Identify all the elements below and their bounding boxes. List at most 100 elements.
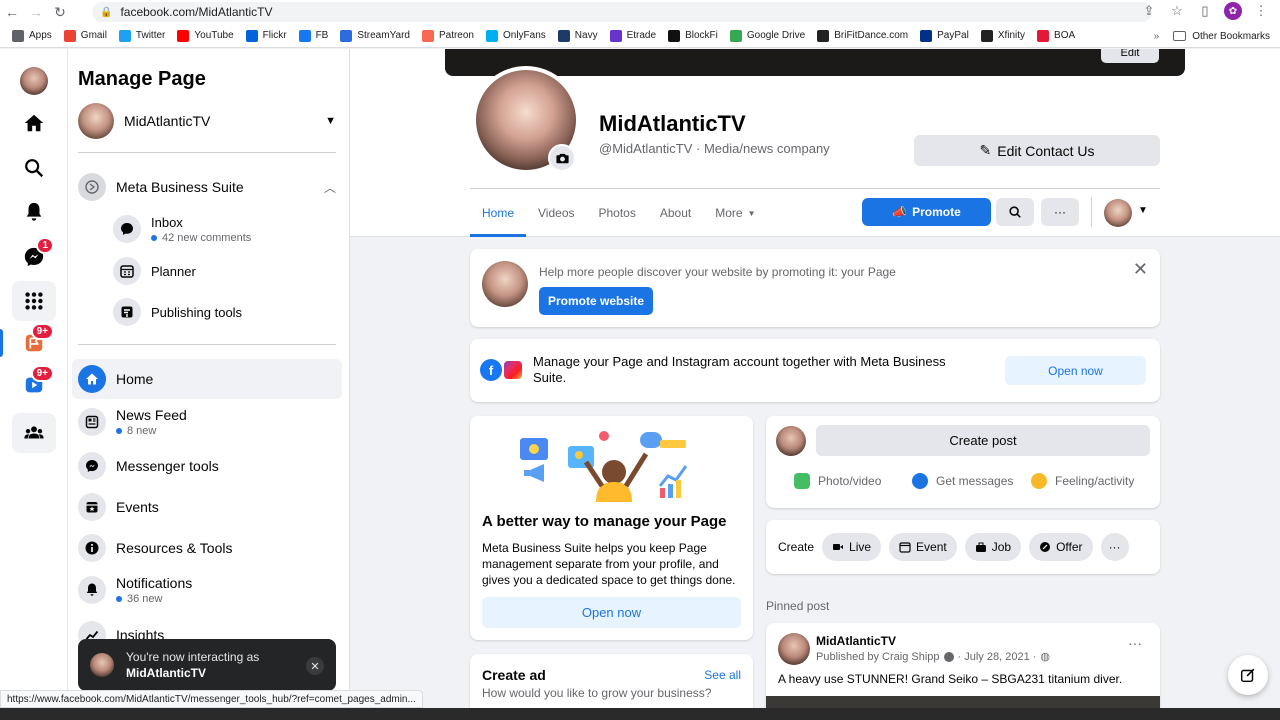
post-options-button[interactable]: ···: [1128, 635, 1142, 651]
mbs-header[interactable]: Meta Business Suite ︿: [78, 173, 342, 201]
reload-icon[interactable]: ↻: [48, 0, 72, 24]
close-icon[interactable]: ✕: [1133, 259, 1148, 280]
bookmark-fb[interactable]: FB: [298, 29, 328, 42]
bookmark-twitter[interactable]: Twitter: [118, 29, 165, 42]
star-icon[interactable]: ☆: [1168, 3, 1186, 19]
sidebar-item-home[interactable]: Home: [78, 365, 342, 393]
caret-down-icon[interactable]: ▼: [1138, 205, 1148, 216]
compose-message-button[interactable]: [1228, 655, 1268, 695]
sidebar-item-inbox[interactable]: Inbox 42 new comments: [113, 212, 333, 246]
camera-icon[interactable]: [548, 144, 576, 172]
get-messages-button[interactable]: Get messages: [912, 473, 1013, 489]
search-button[interactable]: [996, 198, 1034, 226]
notifications-sub: 36 new: [116, 593, 192, 605]
bookmark-paypal[interactable]: PayPal: [920, 29, 969, 42]
apps-grid-icon[interactable]: [12, 281, 56, 321]
bookmark-label: Flickr: [262, 30, 287, 41]
promote-button[interactable]: 📣 Promote: [862, 198, 991, 226]
bookmark-label: BriFitDance.com: [834, 30, 909, 41]
sidebar-item-publishing-tools[interactable]: Publishing tools: [113, 298, 333, 326]
event-label: Event: [916, 540, 947, 554]
main-content: Edit MidAtlanticTV @MidAtlanticTV · Medi…: [350, 49, 1280, 720]
bookmark-flickr[interactable]: Flickr: [245, 29, 287, 42]
bookmark-patreon[interactable]: Patreon: [421, 29, 474, 42]
other-bookmarks[interactable]: Other Bookmarks: [1192, 31, 1270, 42]
promote-website-button[interactable]: Promote website: [539, 287, 653, 315]
sidebar-item-news-feed[interactable]: News Feed 8 new: [78, 405, 342, 439]
messenger-icon[interactable]: 1: [12, 237, 56, 277]
bookmark-gmail[interactable]: Gmail: [63, 29, 107, 42]
feeling-activity-button[interactable]: Feeling/activity: [1031, 473, 1134, 489]
info-icon: [78, 534, 106, 562]
post-author-avatar[interactable]: [778, 633, 810, 665]
bookmark-google-drive[interactable]: Google Drive: [729, 29, 805, 42]
live-button[interactable]: Live: [822, 533, 882, 561]
browser-profile-icon[interactable]: ✿: [1224, 2, 1242, 20]
bookmark-xfinity[interactable]: Xfinity: [980, 29, 1025, 42]
acting-as-avatar[interactable]: [1104, 199, 1132, 227]
job-button[interactable]: Job: [964, 533, 1022, 561]
sidebar-item-notifications[interactable]: Notifications 36 new: [78, 573, 342, 607]
home-icon: [78, 365, 106, 393]
chevron-up-icon[interactable]: ︿: [324, 179, 336, 196]
bookmark-onlyfans[interactable]: OnlyFans: [486, 29, 546, 42]
profile-avatar[interactable]: [12, 61, 56, 101]
open-now-button-secondary[interactable]: Open now: [482, 597, 741, 628]
bookmark-brifitdance-com[interactable]: BriFitDance.com: [817, 29, 909, 42]
tab-photos[interactable]: Photos: [587, 189, 648, 237]
bookmark-streamyard[interactable]: StreamYard: [340, 29, 410, 42]
search-icon[interactable]: [12, 148, 56, 188]
status-bar-url: https://www.facebook.com/MidAtlanticTV/m…: [0, 690, 423, 708]
create-row-card: Create Live Event Job Offer ···: [766, 520, 1160, 574]
see-all-link[interactable]: See all: [704, 668, 741, 682]
share-icon[interactable]: ⇪: [1140, 3, 1158, 19]
groups-icon[interactable]: [12, 413, 56, 453]
sidebar-item-resources-tools[interactable]: Resources & Tools: [78, 534, 342, 562]
bookmark-blockfi[interactable]: BlockFi: [668, 29, 718, 42]
sidebar-item-planner[interactable]: Planner: [113, 257, 333, 285]
home-icon[interactable]: [12, 103, 56, 143]
video-icon[interactable]: 9+: [12, 365, 56, 405]
meta-business-suite-card: f Manage your Page and Instagram account…: [470, 339, 1160, 402]
pinned-post-heading: Pinned post: [766, 599, 830, 613]
sidebar-item-label: Publishing tools: [151, 304, 243, 320]
bookmark-etrade[interactable]: Etrade: [609, 29, 656, 42]
post-author[interactable]: MidAtlanticTV: [816, 634, 896, 648]
tab-videos[interactable]: Videos: [526, 189, 586, 237]
bookmark-navy[interactable]: Navy: [557, 29, 598, 42]
tab-home[interactable]: Home: [470, 189, 527, 237]
more-options-button[interactable]: ···: [1041, 198, 1079, 226]
back-icon[interactable]: ←: [0, 0, 24, 24]
divider: [1091, 197, 1092, 227]
page-switcher[interactable]: MidAtlanticTV ▼: [78, 103, 342, 139]
more-create-button[interactable]: ···: [1100, 533, 1129, 561]
bookmark-boa[interactable]: BOA: [1037, 29, 1075, 42]
photo-video-button[interactable]: Photo/video: [794, 473, 881, 489]
bookmarks-overflow-icon[interactable]: »: [1154, 31, 1160, 42]
bell-icon[interactable]: [12, 192, 56, 232]
event-button[interactable]: Event: [889, 533, 957, 561]
verified-icon: [943, 651, 954, 662]
bookmark-apps[interactable]: Apps: [12, 29, 52, 42]
edit-contact-button[interactable]: ✎ Edit Contact Us: [914, 135, 1160, 166]
menu-icon[interactable]: ⋮: [1252, 3, 1270, 19]
tab-more[interactable]: More ▼: [703, 189, 767, 237]
sidebar-item-events[interactable]: Events: [78, 493, 342, 521]
sidepanel-icon[interactable]: ▯: [1196, 3, 1214, 19]
get-messages-label: Get messages: [936, 474, 1014, 488]
sidebar-item-messenger-tools[interactable]: Messenger tools: [78, 452, 342, 480]
create-post-button[interactable]: Create post: [816, 425, 1150, 456]
address-bar[interactable]: 🔒 facebook.com/MidAtlanticTV: [92, 2, 1152, 22]
sidebar-item-label: Events: [116, 499, 159, 515]
post-date[interactable]: · July 28, 2021 ·: [958, 651, 1037, 663]
bookmark-youtube[interactable]: YouTube: [177, 29, 234, 42]
tab-about[interactable]: About: [648, 189, 703, 237]
offer-button[interactable]: Offer: [1029, 533, 1093, 561]
page-flag-icon[interactable]: 9+: [12, 323, 56, 363]
promote-label: Promote: [912, 205, 961, 219]
toast-close-button[interactable]: ✕: [306, 657, 324, 675]
briefcase-icon: [975, 542, 986, 552]
edit-cover-button[interactable]: Edit: [1101, 49, 1159, 63]
forward-icon[interactable]: →: [24, 0, 48, 24]
open-now-button[interactable]: Open now: [1005, 356, 1146, 385]
